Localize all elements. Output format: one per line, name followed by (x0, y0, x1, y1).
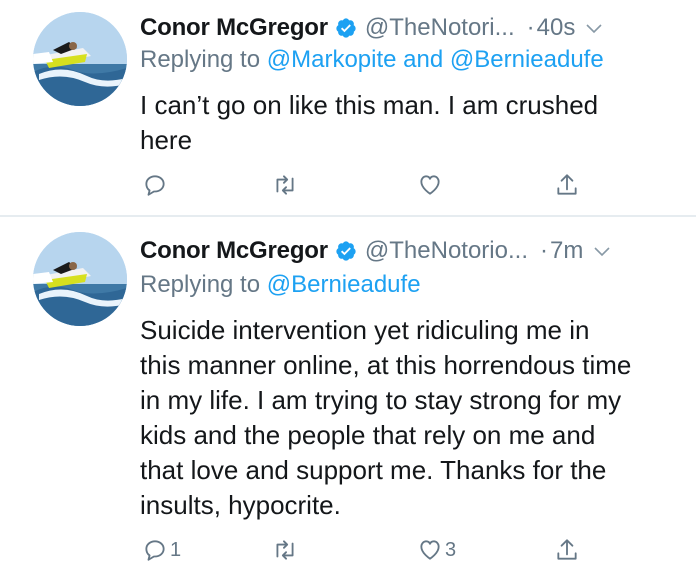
timestamp[interactable]: 40s (537, 14, 576, 42)
tweet[interactable]: Conor McGregor @TheNotorio... · 7m Reply… (0, 217, 696, 570)
share-button[interactable] (554, 535, 580, 565)
retweet-button[interactable] (272, 170, 300, 200)
like-count: 3 (445, 538, 457, 561)
share-icon (557, 174, 577, 195)
share-button[interactable] (554, 170, 580, 200)
replying-to: Replying to @Bernieadufe (140, 271, 421, 299)
tweet-header: Conor McGregor @TheNotorio... · 7m (140, 233, 690, 269)
share-icon (557, 539, 577, 560)
timestamp[interactable]: 7m (550, 237, 583, 265)
avatar[interactable] (33, 232, 127, 326)
reply-button[interactable] (142, 170, 170, 200)
tweet-text: Suicide intervention yet ridiculing me i… (140, 313, 680, 523)
reply-button[interactable]: 1 (142, 535, 181, 565)
tweet-text-line: that love and support me. Thanks for the (140, 455, 607, 485)
retweet-icon (276, 540, 294, 560)
chevron-down-icon[interactable] (584, 18, 604, 38)
reply-count: 1 (170, 538, 182, 561)
tweet-text: I can’t go on like this man. I am crushe… (140, 88, 680, 158)
separator-dot: · (539, 237, 548, 264)
replying-to: Replying to @Markopite and @Bernieadufe (140, 46, 604, 74)
mention-link[interactable]: @Markopite (267, 46, 397, 73)
reply-icon (145, 540, 165, 561)
author-handle[interactable]: @TheNotorio... (365, 237, 528, 265)
tweet-text-line: Suicide intervention yet ridiculing me i… (140, 315, 590, 345)
tweet-text-line: insults, hypocrite. (140, 490, 341, 520)
avatar-image (33, 12, 127, 106)
tweet[interactable]: Conor McGregor @TheNotori... · 40s Reply… (0, 0, 696, 216)
replying-to-prefix: Replying to (140, 271, 261, 298)
tweet-text-line: kids and the people that rely on me and (140, 420, 596, 450)
like-button[interactable] (417, 170, 445, 200)
mention-link[interactable]: @Bernieadufe (450, 46, 604, 73)
author-handle[interactable]: @TheNotori... (365, 14, 515, 42)
mention-joiner: and (403, 46, 444, 73)
tweet-text-line: here (140, 125, 193, 155)
author-name[interactable]: Conor McGregor (140, 14, 328, 42)
tweet-actions: 1 3 (140, 535, 590, 565)
author-name[interactable]: Conor McGregor (140, 237, 328, 265)
reply-icon (145, 175, 165, 196)
like-icon (420, 175, 440, 195)
verified-icon (335, 240, 357, 262)
verified-icon (335, 17, 357, 39)
tweet-header: Conor McGregor @TheNotori... · 40s (140, 10, 690, 46)
retweet-icon (276, 175, 294, 195)
avatar[interactable] (33, 12, 127, 106)
like-button[interactable]: 3 (417, 535, 456, 565)
retweet-button[interactable] (272, 535, 300, 565)
separator-dot: · (526, 14, 535, 41)
like-icon (420, 540, 440, 560)
avatar-image (33, 232, 127, 326)
replying-to-prefix: Replying to (140, 46, 261, 73)
tweet-actions (140, 170, 590, 200)
tweet-text-line: this manner online, at this horrendous t… (140, 350, 632, 380)
tweet-text-line: in my life. I am trying to stay strong f… (140, 385, 622, 415)
tweet-text-line: I can’t go on like this man. I am crushe… (140, 90, 599, 120)
mention-link[interactable]: @Bernieadufe (267, 271, 421, 298)
chevron-down-icon[interactable] (592, 241, 612, 261)
